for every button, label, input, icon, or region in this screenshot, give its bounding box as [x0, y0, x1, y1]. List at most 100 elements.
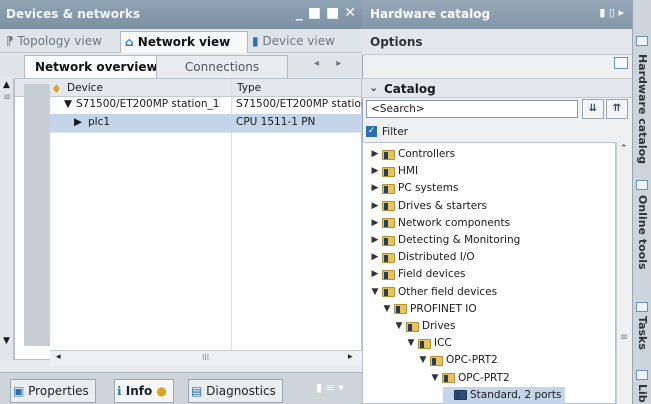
- search-down-button[interactable]: ⇊: [582, 99, 604, 119]
- search-up-button[interactable]: ⇈: [606, 99, 628, 119]
- scroll-down-icon[interactable]: ▼: [3, 336, 10, 346]
- catalog-tree-item[interactable]: ▶ Distributed I/O: [371, 249, 475, 266]
- scroll-thumb[interactable]: III: [202, 353, 209, 362]
- cell-type: CPU 1511-1 PN: [236, 116, 316, 128]
- panel-controls-icon[interactable]: ▮ ≡ ▾: [316, 381, 344, 394]
- catalog-tree-item[interactable]: Standard, 2 ports: [443, 386, 566, 404]
- chevron-down-icon[interactable]: ▼: [419, 352, 427, 369]
- tree-scrollbar[interactable]: ⌃ ≡: [616, 142, 632, 404]
- diagnostics-icon: ▤: [191, 384, 207, 398]
- catalog-tree-item[interactable]: ▶ Controllers: [371, 146, 456, 163]
- tab-topology-view[interactable]: ⁋ Topology view: [2, 31, 118, 52]
- chevron-down-icon[interactable]: ⌄: [369, 81, 378, 94]
- properties-icon: ▣: [13, 384, 29, 398]
- tab-properties[interactable]: ▣ Properties: [10, 379, 96, 403]
- scroll-grip-icon[interactable]: ≡: [620, 332, 628, 343]
- row-headers: [24, 84, 50, 346]
- catalog-tree-item[interactable]: ▶ Detecting & Monitoring: [371, 232, 521, 249]
- catalog-tree-item[interactable]: ▶ Field devices: [371, 266, 466, 283]
- tab-info[interactable]: ℹ Info ●: [114, 379, 174, 403]
- scroll-right-icon[interactable]: ▸: [348, 352, 353, 362]
- catalog-header[interactable]: ⌄ Catalog: [362, 78, 632, 98]
- chevron-right-icon[interactable]: ▶: [371, 180, 379, 197]
- tab-connections[interactable]: Connections: [156, 55, 288, 78]
- chevron-right-icon[interactable]: ▶: [371, 249, 379, 266]
- scroll-left-icon[interactable]: ◂: [56, 352, 61, 362]
- online-tools-icon: [636, 180, 648, 190]
- options-bar: Options: [362, 29, 632, 55]
- catalog-tree-item[interactable]: ▼ Other field devices: [371, 284, 498, 301]
- devices-networks-titlebar: Devices & networks _ ■ ■ ✕: [0, 0, 362, 29]
- maximize-button[interactable]: ■: [326, 5, 339, 21]
- left-vertical-scrollbar[interactable]: ▲ ≡ ▼: [0, 78, 14, 360]
- tab-network-view[interactable]: ⌂ Network view: [120, 31, 248, 53]
- tab-diagnostics[interactable]: ▤ Diagnostics: [188, 379, 283, 403]
- chevron-down-icon[interactable]: ▼: [383, 301, 391, 318]
- rail-tab-online-tools[interactable]: Online tools: [634, 195, 651, 270]
- float-button[interactable]: ■: [308, 5, 321, 21]
- catalog-tree-item[interactable]: ▶ Drives & starters: [371, 198, 488, 215]
- chevron-right-icon[interactable]: ▶: [371, 232, 379, 249]
- tab-network-overview[interactable]: Network overview: [24, 55, 176, 78]
- chevron-right-icon[interactable]: ▶: [371, 163, 379, 180]
- catalog-tree-item[interactable]: ▶ HMI: [371, 163, 419, 180]
- search-input[interactable]: <Search>: [366, 100, 578, 118]
- catalog-window-controls[interactable]: ▮ ▯ ▸: [599, 6, 624, 19]
- folder-icon: [382, 218, 395, 229]
- folder-icon: [382, 183, 395, 194]
- folder-icon: [430, 355, 443, 366]
- scroll-left-icon[interactable]: ◂: [314, 58, 319, 69]
- lines-icon: ≡: [3, 92, 12, 103]
- cell-type: S71500/ET200MP station: [236, 98, 362, 110]
- catalog-tree-item[interactable]: ▼ OPC-PRT2: [431, 370, 510, 387]
- device-module-icon: [454, 390, 467, 401]
- options-label: Options: [370, 35, 423, 49]
- tab-label: Network view: [137, 35, 231, 49]
- tree-item-label: Controllers: [398, 148, 456, 160]
- sub-tabs: Network overview Connections ◂ ▸: [14, 55, 362, 78]
- column-type[interactable]: Type: [237, 82, 261, 94]
- tree-collapse-icon[interactable]: ▶: [74, 114, 82, 131]
- table-row[interactable]: ▶ plc1 CPU 1511-1 PN: [50, 114, 362, 133]
- tree-item-label: PC systems: [398, 182, 459, 195]
- rail-tab-hardware-catalog[interactable]: Hardware catalog: [634, 54, 651, 164]
- catalog-tree-item[interactable]: ▶ PC systems: [371, 180, 459, 197]
- catalog-tree-item[interactable]: ▼ Drives: [395, 318, 456, 335]
- rail-tab-tasks[interactable]: Tasks: [634, 316, 651, 350]
- checkbox-checked-icon[interactable]: ✓: [366, 126, 377, 137]
- catalog-tree-item[interactable]: ▼ ICC: [407, 335, 452, 352]
- filter-checkbox[interactable]: ✓ Filter: [366, 124, 486, 140]
- info-badge-icon: ●: [156, 384, 167, 398]
- chevron-down-icon[interactable]: ▼: [407, 335, 415, 352]
- catalog-tree-item[interactable]: ▼ OPC-PRT2: [419, 352, 498, 369]
- chevron-right-icon[interactable]: ▶: [371, 198, 379, 215]
- tab-device-view[interactable]: ▮ Device view: [248, 31, 362, 52]
- chevron-right-icon[interactable]: ▶: [371, 215, 379, 232]
- chevron-down-icon[interactable]: ▼: [371, 284, 379, 301]
- folder-icon: [406, 321, 419, 332]
- tab-label: Topology view: [17, 34, 102, 48]
- chevron-right-icon[interactable]: ▶: [371, 146, 379, 163]
- horizontal-scrollbar[interactable]: ◂ III ▸: [50, 350, 362, 366]
- tree-item-label: ICC: [434, 337, 452, 350]
- catalog-tree-item[interactable]: ▶ Network components: [371, 215, 511, 232]
- rail-tab-libraries[interactable]: Lib: [634, 384, 651, 403]
- chevron-right-icon[interactable]: ▶: [371, 266, 379, 283]
- minimize-button[interactable]: _: [296, 5, 303, 21]
- chevron-down-icon[interactable]: ▼: [431, 370, 439, 387]
- tree-item-label: OPC-PRT2: [458, 371, 510, 384]
- inspector-tabs: ▣ Properties ℹ Info ● ▤ Diagnostics ▮ ≡ …: [0, 372, 362, 404]
- scroll-right-icon[interactable]: ▸: [336, 58, 341, 69]
- chevron-down-icon[interactable]: ▼: [395, 318, 403, 335]
- scroll-up-icon[interactable]: ▲: [3, 80, 10, 90]
- column-device[interactable]: Device: [67, 82, 103, 94]
- scroll-up-icon[interactable]: ⌃: [620, 144, 628, 154]
- folder-icon: [418, 338, 431, 349]
- catalog-tree-item[interactable]: ▼ PROFINET IO: [383, 301, 477, 318]
- close-button[interactable]: ✕: [344, 5, 356, 21]
- topology-icon: ⁋: [6, 34, 18, 48]
- options-toggle-icon[interactable]: [614, 57, 628, 69]
- tab-scroll-buttons[interactable]: ◂ ▸: [314, 58, 354, 74]
- device-column-icon: ♦: [51, 82, 62, 96]
- table-row[interactable]: ▼ S71500/ET200MP station_1 S71500/ET200M…: [50, 96, 362, 115]
